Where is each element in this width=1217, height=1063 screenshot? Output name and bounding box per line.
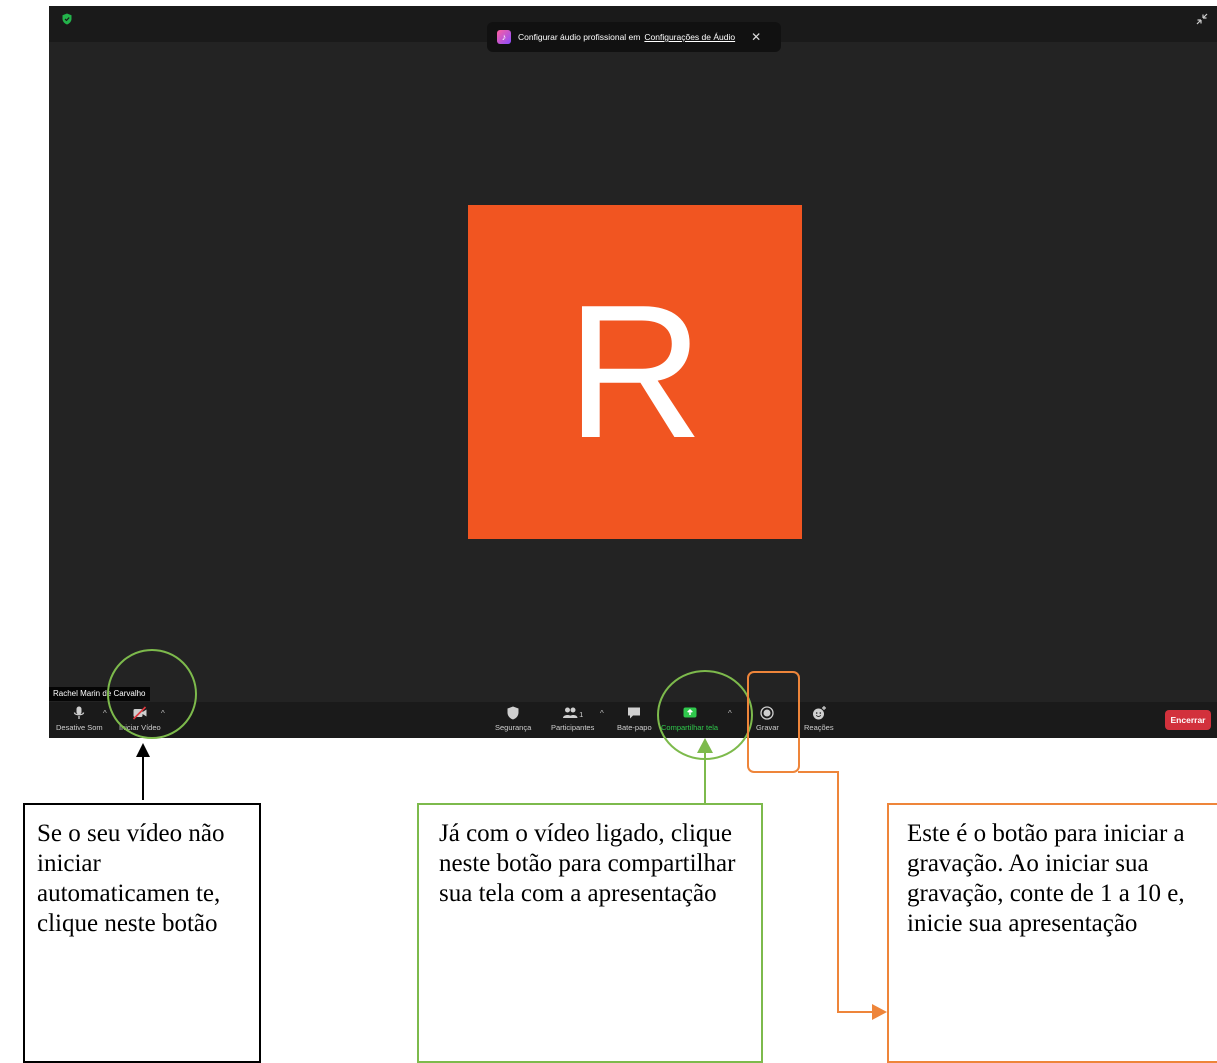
share-options-caret[interactable]: ^ — [728, 709, 732, 718]
chat-label: Bate-papo — [617, 723, 652, 732]
share-screen-icon — [683, 707, 697, 718]
reactions-label: Reações — [804, 723, 834, 732]
microphone-icon — [74, 706, 85, 719]
chat-icon — [628, 707, 641, 719]
zoom-meeting-window: ♪ Configurar áudio profissional em Confi… — [49, 6, 1217, 738]
banner-text: Configurar áudio profissional em — [518, 32, 641, 42]
share-screen-button[interactable]: Compartilhar tela — [661, 705, 718, 732]
close-icon[interactable]: ✕ — [751, 30, 761, 44]
security-shield-icon — [507, 706, 519, 720]
share-label: Compartilhar tela — [661, 723, 719, 732]
participant-name-tag: Rachel Marin de Carvalho — [49, 687, 150, 701]
record-label: Gravar — [756, 723, 779, 732]
participant-avatar: R — [468, 205, 802, 539]
video-off-icon — [132, 706, 147, 720]
security-label: Segurança — [495, 723, 532, 732]
start-video-button[interactable]: Iniciar Vídeo — [119, 705, 161, 732]
shield-icon[interactable] — [61, 13, 73, 25]
reactions-icon — [812, 706, 826, 720]
record-tip-callout: Este é o botão para iniciar a gravação. … — [887, 803, 1217, 1063]
video-options-caret[interactable]: ^ — [161, 709, 165, 718]
reactions-button[interactable]: Reações — [804, 705, 834, 732]
avatar-initial: R — [566, 266, 704, 478]
record-button[interactable]: Gravar — [756, 705, 779, 732]
participants-icon-group: 1 — [562, 705, 583, 723]
security-button[interactable]: Segurança — [495, 705, 531, 732]
mute-button[interactable]: Desative Som — [56, 705, 103, 732]
music-app-icon: ♪ — [497, 30, 511, 44]
video-label: Iniciar Vídeo — [119, 723, 161, 732]
participants-count: 1 — [579, 709, 584, 719]
share-tip-callout: Já com o vídeo ligado, clique neste botã… — [417, 803, 763, 1063]
video-tip-callout: Se o seu vídeo não iniciar automaticamen… — [23, 803, 261, 1063]
chat-button[interactable]: Bate-papo — [617, 705, 652, 732]
audio-settings-link[interactable]: Configurações de Áudio — [644, 32, 735, 42]
video-arrow-head — [136, 743, 150, 757]
participants-button[interactable]: 1 Participantes — [551, 705, 594, 732]
record-arrow-head — [872, 1004, 887, 1020]
exit-fullscreen-icon[interactable] — [1195, 12, 1209, 26]
audio-settings-banner: ♪ Configurar áudio profissional em Confi… — [487, 22, 781, 52]
end-meeting-button[interactable]: Encerrar — [1165, 710, 1211, 730]
share-arrow-head — [697, 738, 713, 753]
record-icon — [760, 706, 775, 720]
participants-icon — [563, 707, 578, 718]
mute-label: Desative Som — [56, 723, 103, 732]
record-arrow-line — [798, 771, 872, 1013]
audio-options-caret[interactable]: ^ — [103, 709, 107, 718]
participants-label: Participantes — [551, 723, 595, 732]
meeting-toolbar: Desative Som ^ Iniciar Vídeo ^ Segurança — [49, 702, 1217, 738]
participants-options-caret[interactable]: ^ — [600, 709, 604, 718]
